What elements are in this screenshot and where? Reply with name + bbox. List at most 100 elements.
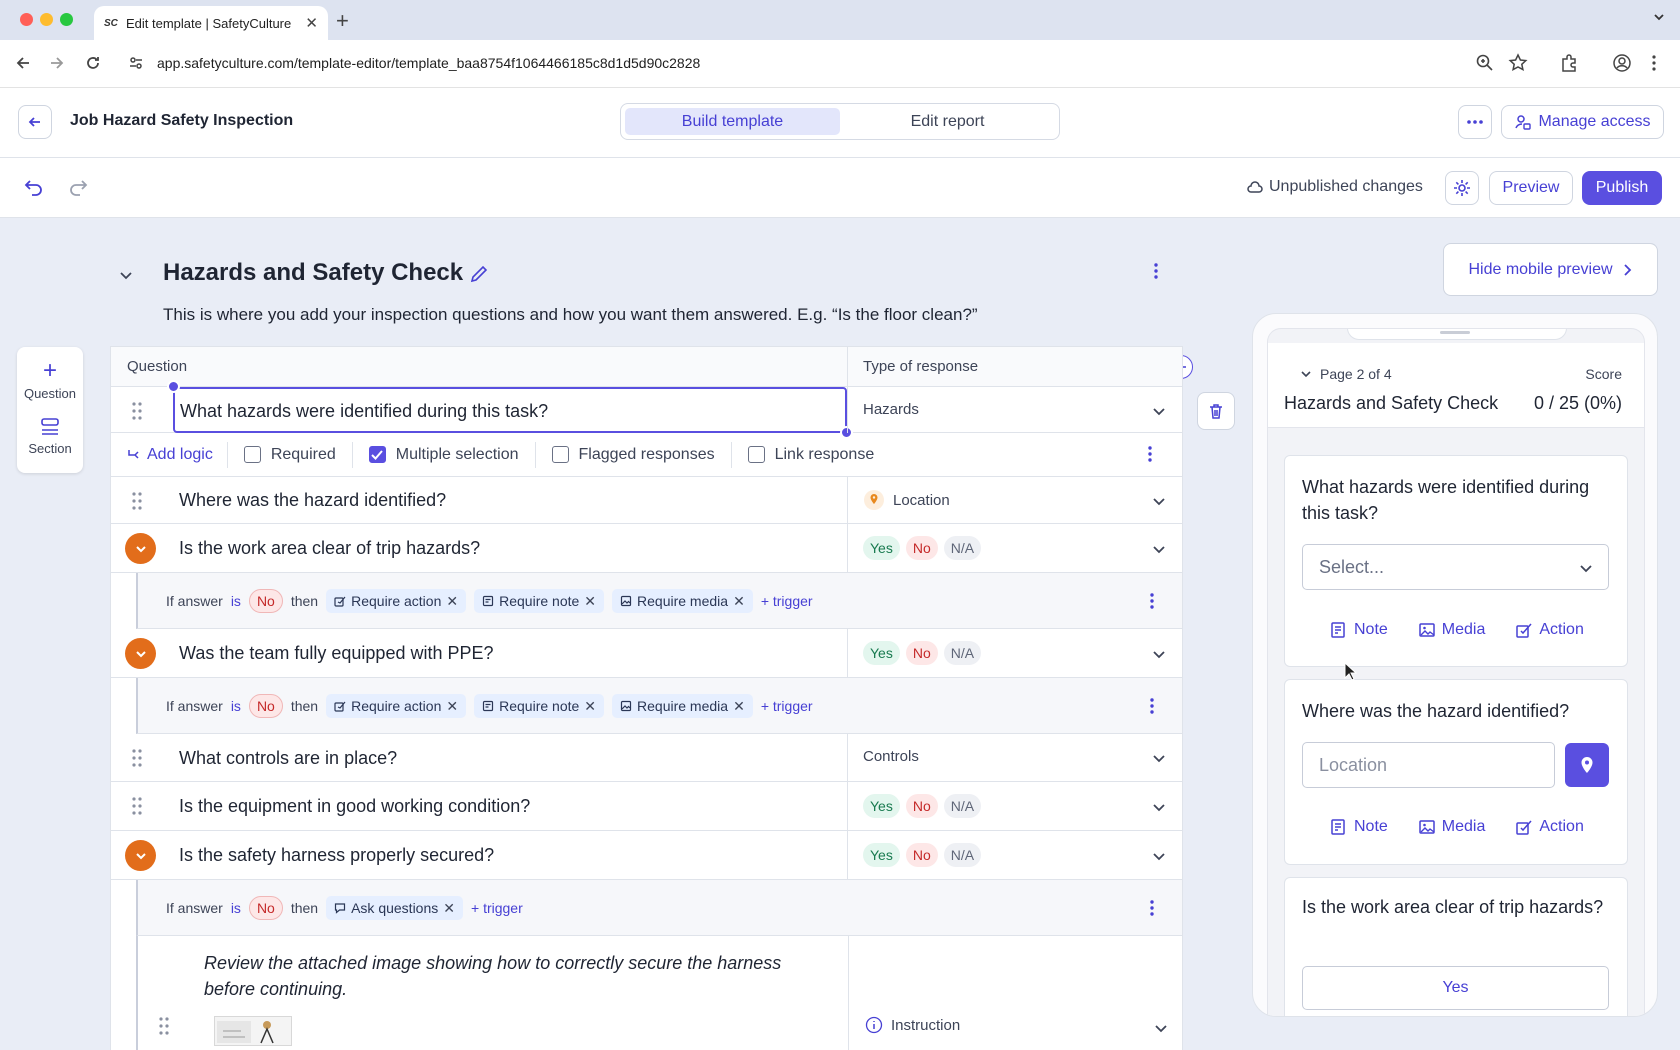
url-text[interactable]: app.safetyculture.com/template-editor/te… bbox=[157, 55, 700, 71]
logic-more-icon[interactable] bbox=[1149, 592, 1155, 610]
remove-icon[interactable]: ✕ bbox=[446, 698, 458, 715]
manage-access-button[interactable]: Manage access bbox=[1501, 105, 1664, 139]
link-response-option[interactable]: Link response bbox=[732, 442, 891, 468]
preview-button[interactable]: Preview bbox=[1489, 171, 1573, 205]
logic-is[interactable]: is bbox=[231, 698, 241, 714]
table-row[interactable]: Is the safety harness properly secured? … bbox=[111, 831, 1182, 880]
instruction-text[interactable]: Review the attached image showing how to… bbox=[204, 950, 814, 1002]
require-media-chip[interactable]: Require media ✕ bbox=[612, 589, 753, 613]
logic-answer[interactable]: No bbox=[248, 896, 283, 920]
flagged-responses-checkbox[interactable] bbox=[551, 446, 569, 463]
pencil-icon[interactable] bbox=[469, 264, 489, 284]
require-action-chip[interactable]: Require action ✕ bbox=[326, 694, 467, 718]
require-media-chip[interactable]: Require media ✕ bbox=[612, 694, 753, 718]
add-trigger-button[interactable]: + trigger bbox=[471, 900, 523, 916]
nested-instruction-row[interactable]: Review the attached image showing how to… bbox=[136, 936, 1182, 1050]
extensions-icon[interactable] bbox=[1559, 53, 1579, 73]
section-title[interactable]: Hazards and Safety Check bbox=[163, 259, 463, 287]
close-tab-icon[interactable]: ✕ bbox=[305, 14, 318, 32]
hazards-select[interactable]: Select... bbox=[1302, 544, 1609, 590]
logic-is[interactable]: is bbox=[231, 900, 241, 916]
response-type-hazards[interactable]: Hazards bbox=[863, 401, 919, 418]
chevron-down-icon[interactable] bbox=[1151, 541, 1167, 557]
locate-button[interactable] bbox=[1565, 743, 1609, 787]
logic-toggle-button[interactable] bbox=[125, 533, 156, 564]
reload-icon[interactable] bbox=[84, 54, 102, 72]
require-note-chip[interactable]: Require note ✕ bbox=[474, 589, 605, 613]
question-text[interactable]: Is the safety harness properly secured? bbox=[179, 845, 494, 866]
table-row[interactable]: Was the team fully equipped with PPE? Ye… bbox=[111, 629, 1182, 678]
table-row[interactable]: Is the work area clear of trip hazards? … bbox=[111, 524, 1182, 573]
response-type-controls[interactable]: Controls bbox=[863, 748, 919, 765]
chevron-down-icon[interactable] bbox=[1151, 799, 1167, 815]
require-action-chip[interactable]: Require action ✕ bbox=[326, 589, 467, 613]
new-tab-icon[interactable]: + bbox=[336, 8, 349, 34]
remove-icon[interactable]: ✕ bbox=[584, 698, 596, 715]
multiple-selection-option[interactable]: Multiple selection bbox=[353, 441, 536, 468]
drag-handle-icon[interactable] bbox=[131, 491, 143, 511]
response-type-location[interactable]: Location bbox=[863, 489, 950, 511]
required-option[interactable]: Required bbox=[228, 441, 353, 468]
options-more-icon[interactable] bbox=[1147, 445, 1153, 463]
require-note-chip[interactable]: Require note ✕ bbox=[474, 694, 605, 718]
chevron-down-icon[interactable] bbox=[1151, 403, 1167, 419]
remove-icon[interactable]: ✕ bbox=[443, 900, 455, 917]
drag-handle-icon[interactable] bbox=[131, 401, 143, 421]
logic-is[interactable]: is bbox=[231, 593, 241, 609]
redo-icon[interactable] bbox=[68, 178, 88, 196]
zoom-icon[interactable] bbox=[1475, 53, 1495, 73]
question-text-input[interactable]: What hazards were identified during this… bbox=[173, 387, 847, 433]
remove-icon[interactable]: ✕ bbox=[733, 698, 745, 715]
link-response-checkbox[interactable] bbox=[747, 446, 765, 463]
profile-icon[interactable] bbox=[1612, 53, 1632, 73]
maximize-window-button[interactable] bbox=[60, 13, 73, 26]
question-text[interactable]: Was the team fully equipped with PPE? bbox=[179, 643, 494, 664]
response-yes-button[interactable]: Yes bbox=[1302, 966, 1609, 1010]
question-text[interactable]: Is the work area clear of trip hazards? bbox=[179, 538, 480, 559]
browser-back-icon[interactable] bbox=[14, 54, 32, 72]
add-trigger-button[interactable]: + trigger bbox=[761, 593, 813, 609]
logic-answer[interactable]: No bbox=[248, 694, 283, 718]
note-button[interactable]: Note bbox=[1330, 818, 1388, 836]
chevron-down-icon[interactable] bbox=[1151, 750, 1167, 766]
attached-image-thumbnail[interactable] bbox=[214, 1016, 292, 1046]
close-window-button[interactable] bbox=[20, 13, 33, 26]
media-button[interactable]: Media bbox=[1418, 818, 1485, 836]
chevron-down-icon[interactable] bbox=[1151, 493, 1167, 509]
tab-build-template[interactable]: Build template bbox=[625, 108, 840, 135]
remove-icon[interactable]: ✕ bbox=[733, 593, 745, 610]
remove-icon[interactable]: ✕ bbox=[446, 593, 458, 610]
tab-edit-report[interactable]: Edit report bbox=[840, 108, 1055, 135]
add-question-button[interactable]: + Question bbox=[17, 359, 83, 402]
question-text[interactable]: What controls are in place? bbox=[179, 748, 397, 769]
add-trigger-button[interactable]: + trigger bbox=[761, 698, 813, 714]
drag-handle-icon[interactable] bbox=[158, 1016, 170, 1036]
action-button[interactable]: Action bbox=[1515, 818, 1584, 836]
browser-forward-icon[interactable] bbox=[48, 54, 66, 72]
table-row[interactable]: Where was the hazard identified? Locatio… bbox=[111, 477, 1182, 524]
logic-more-icon[interactable] bbox=[1149, 899, 1155, 917]
logic-toggle-button[interactable] bbox=[125, 638, 156, 669]
ask-questions-chip[interactable]: Ask questions ✕ bbox=[326, 896, 463, 920]
response-set-yes-no-na[interactable]: Yes No N/A bbox=[863, 536, 987, 560]
table-row[interactable]: Is the equipment in good working conditi… bbox=[111, 782, 1182, 831]
chevron-down-icon[interactable] bbox=[1151, 646, 1167, 662]
bookmark-star-icon[interactable] bbox=[1508, 53, 1528, 73]
multiple-selection-checkbox[interactable] bbox=[368, 446, 386, 463]
add-logic-button[interactable]: Add logic bbox=[111, 441, 228, 468]
delete-question-button[interactable] bbox=[1197, 392, 1235, 430]
logic-answer[interactable]: No bbox=[248, 589, 283, 613]
flagged-responses-option[interactable]: Flagged responses bbox=[536, 441, 732, 468]
browser-tab[interactable]: SC Edit template | SafetyCulture ✕ bbox=[94, 6, 328, 40]
chevron-down-icon[interactable] bbox=[1153, 1020, 1169, 1036]
more-options-button[interactable] bbox=[1458, 105, 1492, 139]
section-description[interactable]: This is where you add your inspection qu… bbox=[163, 305, 978, 325]
response-set-yes-no-na[interactable]: Yes No N/A bbox=[863, 641, 987, 665]
undo-icon[interactable] bbox=[24, 178, 44, 196]
response-set-yes-no-na[interactable]: Yes No N/A bbox=[863, 843, 987, 867]
required-checkbox[interactable] bbox=[243, 446, 261, 463]
add-section-button[interactable]: Section bbox=[17, 417, 83, 456]
question-text[interactable]: Is the equipment in good working conditi… bbox=[179, 796, 530, 817]
page-indicator[interactable]: Page 2 of 4 bbox=[1300, 366, 1392, 382]
chevron-down-icon[interactable] bbox=[1151, 848, 1167, 864]
